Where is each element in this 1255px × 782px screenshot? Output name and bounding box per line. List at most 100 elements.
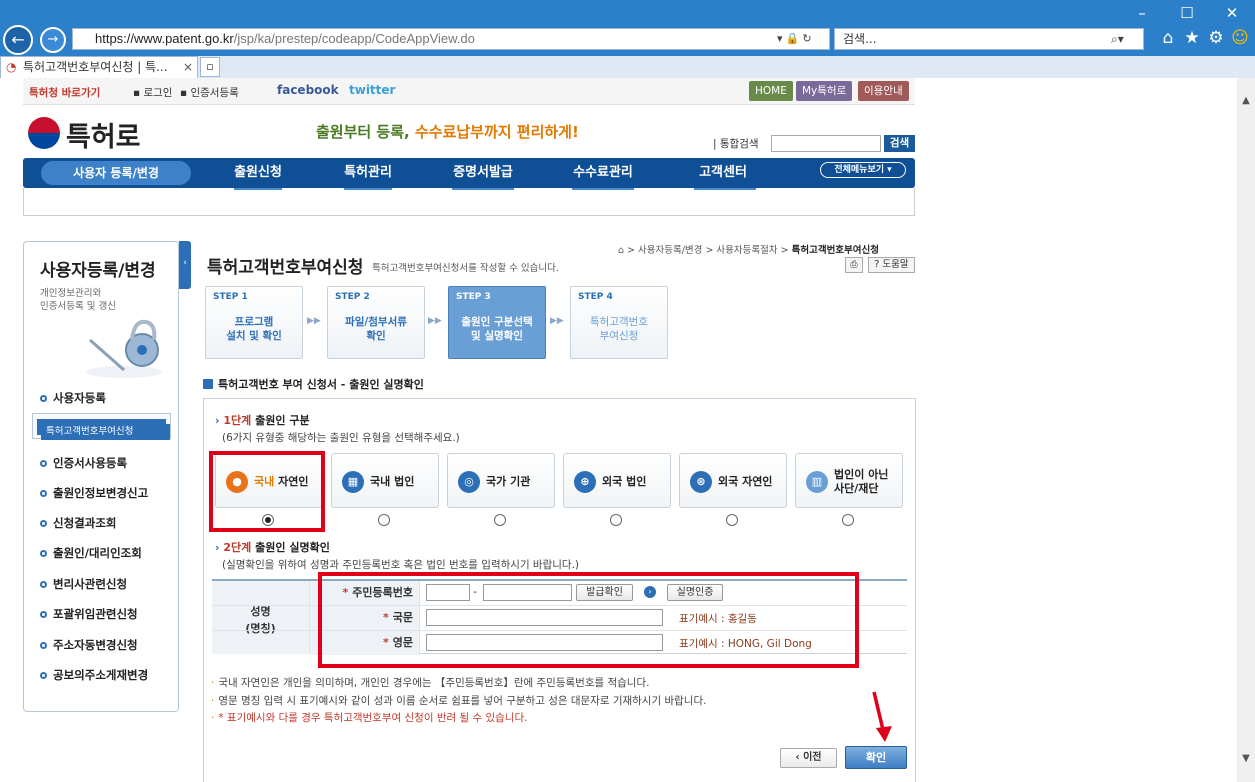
lnb-label: 사용자등록 [53, 391, 106, 405]
radio-foreign-person[interactable] [726, 514, 738, 526]
radio-foreign-corp[interactable] [610, 514, 622, 526]
lnb-item-attorney[interactable]: 변리사관련신청 [40, 576, 127, 592]
cert-register-link[interactable]: ▪ 인증서등록 [180, 85, 239, 100]
search-placeholder: 검색... [843, 32, 877, 46]
highlight-box-type [209, 451, 325, 532]
home-icon[interactable]: ⌂ [1158, 28, 1178, 48]
kipo-shortcut-link[interactable]: 특허청 바로가기 [29, 85, 100, 100]
lnb-item-result[interactable]: 신청결과조회 [40, 515, 116, 531]
home-tab[interactable]: HOME [749, 81, 793, 101]
lnb-collapse-icon[interactable]: ‹ [179, 241, 191, 289]
stage1-label: 출원인 구분 [255, 414, 310, 427]
gnb-application[interactable]: 출원신청 [213, 158, 303, 188]
login-link[interactable]: ▪ 로그인 [133, 85, 172, 100]
step-text: 출원인 구분선택 및 실명확인 [449, 315, 545, 343]
stage-chevron-icon: › [215, 541, 220, 554]
print-icon[interactable]: ⎙ [845, 257, 863, 273]
bullet-icon [40, 520, 47, 527]
address-bar[interactable]: https://www.patent.go.kr/jsp/ka/prestep/… [72, 28, 830, 50]
lnb-label: 변리사관련신청 [53, 577, 128, 591]
step-text: 파일/첨부서류 확인 [328, 315, 424, 343]
globe-icon: ⊕ [574, 471, 596, 493]
red-arrow-annotation-icon [872, 691, 892, 742]
type-foreign-person[interactable]: ⊛ 외국 자연인 [679, 453, 787, 508]
building-icon: ▦ [342, 471, 364, 493]
gnb-underline [572, 188, 634, 190]
type-domestic-corp[interactable]: ▦ 국내 법인 [331, 453, 439, 508]
integrated-search-button[interactable]: 검색 [884, 135, 915, 152]
browser-tab[interactable]: ◔ 특허고객번호부여신청 | 특... × [0, 56, 198, 78]
all-menu-button[interactable]: 전체메뉴보기 ▾ [820, 162, 906, 178]
twitter-link[interactable]: twitter [349, 83, 395, 97]
stage2-heading: › 2단계 출원인 실명확인 [215, 539, 330, 555]
type-label-a: 법인이 아닌 [834, 467, 889, 481]
guide-tab[interactable]: 이용안내 [858, 81, 909, 101]
vertical-scrollbar[interactable]: ▲ ▼ [1237, 78, 1255, 782]
gov-emblem-icon: ◎ [458, 471, 480, 493]
type-label-b: 사단/재단 [834, 481, 879, 495]
tab-close-icon[interactable]: × [183, 57, 193, 77]
stage1-heading: › 1단계 출원인 구분 [215, 412, 310, 428]
step-arrow-icon: ▶▶ [307, 316, 321, 326]
new-tab-icon[interactable]: ▫ [200, 57, 220, 77]
lnb-item-customer-number[interactable]: · 특허고객번호부여신청 [32, 413, 171, 440]
gnb-customer-center[interactable]: 고객센터 [673, 158, 773, 188]
section-square-icon [203, 379, 213, 389]
forward-icon[interactable]: → [40, 27, 66, 53]
lnb-item-address-publish[interactable]: 공보의주소게재변경 [40, 667, 148, 683]
url-host: https://www.patent.go.kr [95, 31, 234, 46]
gnb-certificate[interactable]: 증명서발급 [433, 158, 533, 188]
confirm-button[interactable]: 확인 [845, 746, 907, 769]
lnb-item-address-auto[interactable]: 주소자동변경신청 [40, 637, 138, 653]
breadcrumb-2[interactable]: 사용자등록절차 [716, 245, 777, 256]
browser-search-input[interactable]: 검색... ⌕▾ [834, 28, 1144, 50]
lnb-item-power[interactable]: 포괄위임관련신청 [40, 606, 138, 622]
smiley-icon[interactable]: ☺ [1230, 28, 1250, 48]
settings-gear-icon[interactable]: ⚙ [1206, 28, 1226, 48]
step-4: STEP 4 특허고객번호 부여신청 [570, 286, 668, 359]
breadcrumb: ⌂ > 사용자등록/변경 > 사용자등록절차 > 특허고객번호부여신청 [618, 245, 880, 256]
prev-button[interactable]: ‹ 이전 [780, 748, 837, 768]
favorites-icon[interactable]: ★ [1182, 28, 1202, 48]
type-foreign-corp[interactable]: ⊕ 외국 법인 [563, 453, 671, 508]
radio-government[interactable] [494, 514, 506, 526]
group-icon: ▥ [806, 471, 828, 493]
breadcrumb-1[interactable]: 사용자등록/변경 [638, 245, 702, 256]
minimize-icon[interactable]: – [1128, 2, 1156, 24]
gnb-patent-management[interactable]: 특허관리 [323, 158, 413, 188]
back-icon[interactable]: ← [3, 25, 33, 55]
close-window-icon[interactable]: ✕ [1218, 2, 1246, 24]
gnb-fee[interactable]: 수수료관리 [553, 158, 653, 188]
highlight-box-form [318, 572, 859, 668]
lnb-active-label: · 특허고객번호부여신청 [37, 419, 170, 440]
type-label: 외국 법인 [602, 475, 647, 488]
lnb-item-applicant-change[interactable]: 출원인정보변경신고 [40, 485, 148, 501]
step-line-2: 설치 및 확인 [226, 330, 282, 342]
step-number: STEP 1 [213, 292, 248, 302]
site-logo[interactable]: 특허로 [66, 115, 141, 154]
integrated-search-input[interactable] [771, 135, 881, 152]
type-association[interactable]: ▥ 법인이 아닌 사단/재단 [795, 453, 903, 508]
help-button[interactable]: ? 도움말 [868, 257, 915, 273]
maximize-icon[interactable]: ☐ [1173, 2, 1201, 24]
radio-association[interactable] [842, 514, 854, 526]
facebook-link[interactable]: facebook [277, 83, 339, 97]
bullet-icon [40, 490, 47, 497]
type-government[interactable]: ◎ 국가 기관 [447, 453, 555, 508]
web-page: 특허청 바로가기 ▪ 로그인 ▪ 인증서등록 facebook twitter … [0, 78, 1237, 782]
cert-label: 인증서등록 [190, 87, 239, 99]
mypatent-tab[interactable]: My특허로 [796, 81, 853, 101]
lnb-item-applicant-search[interactable]: 출원인/대리인조회 [40, 545, 142, 561]
radio-domestic-corp[interactable] [378, 514, 390, 526]
stage1-subtitle: (6가지 유형중 해당하는 출원인 유형을 선택해주세요.) [222, 432, 460, 444]
section-title-text: 특허고객번호 부여 신청서 - 출원인 실명확인 [218, 378, 424, 391]
login-label: 로그인 [143, 87, 173, 99]
scroll-up-icon[interactable]: ▲ [1237, 92, 1255, 110]
search-icon[interactable]: ⌕▾ [1111, 29, 1124, 49]
scroll-down-icon[interactable]: ▼ [1237, 750, 1255, 768]
gnb-user-register[interactable]: 사용자 등록/변경 [41, 161, 191, 185]
lnb-item-cert-use[interactable]: 인증서사용등록 [40, 455, 127, 471]
lnb-item-user-register[interactable]: 사용자등록 [40, 390, 106, 406]
breadcrumb-current: 특허고객번호부여신청 [791, 245, 880, 256]
bullet-icon [40, 460, 47, 467]
